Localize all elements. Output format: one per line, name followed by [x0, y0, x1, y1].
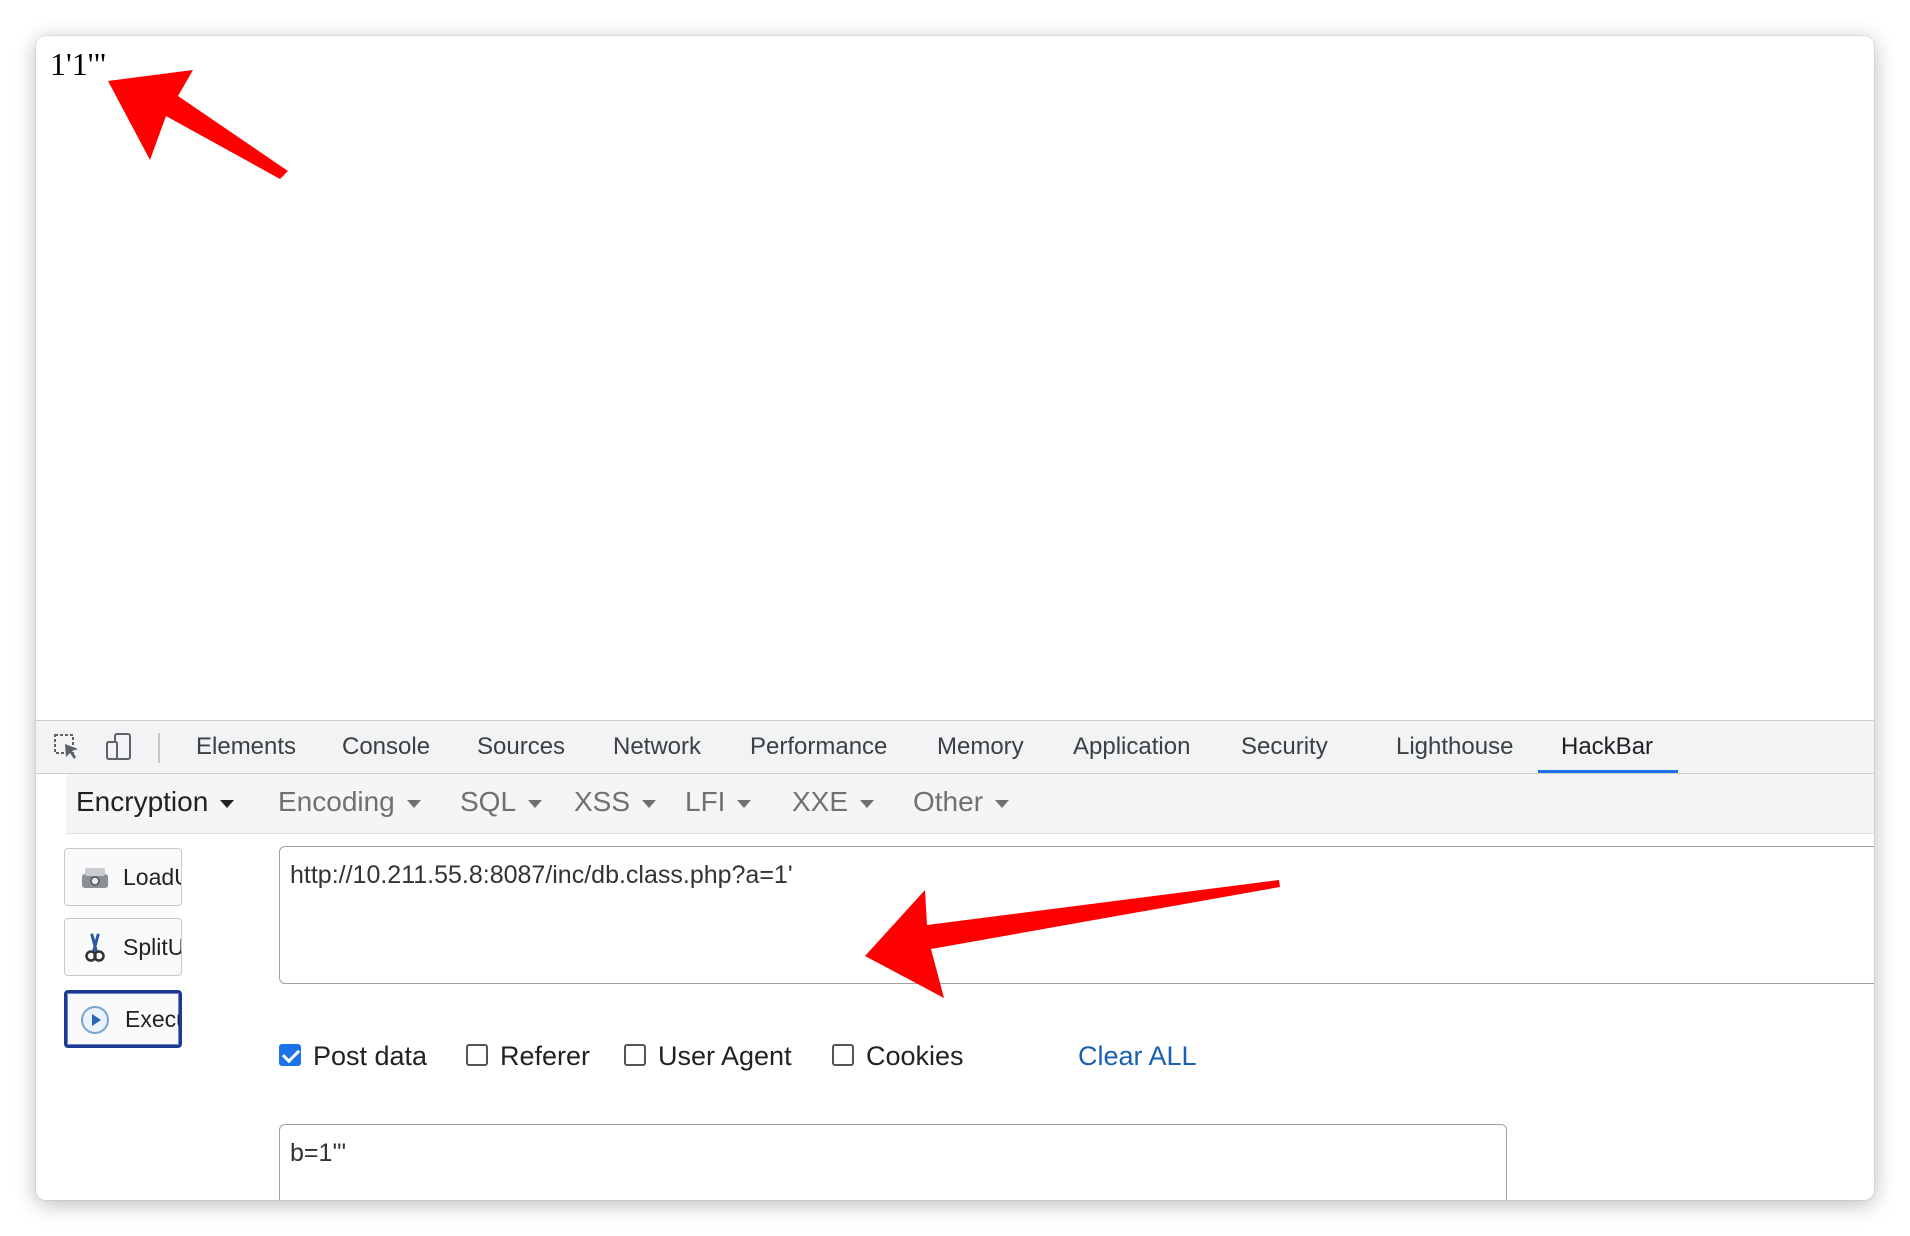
browser-window: 1'1'" Elements Console Sources Network P… [36, 36, 1874, 1200]
post-data-checkbox[interactable] [279, 1044, 301, 1066]
tab-performance[interactable]: Performance [750, 721, 887, 773]
tab-memory[interactable]: Memory [937, 721, 1024, 773]
hackbar-menu-bar: Encryption Encoding SQL XSS LFI XXE Othe… [66, 774, 1874, 834]
caret-down-icon [220, 799, 235, 808]
menu-sql-label: SQL [460, 786, 517, 817]
annotation-arrows [108, 70, 1280, 998]
referer-checkbox[interactable] [466, 1044, 488, 1066]
tab-application[interactable]: Application [1073, 721, 1190, 773]
user-agent-label: User Agent [658, 1041, 792, 1071]
menu-other[interactable]: Other [913, 774, 1010, 832]
execute-label: Execute [125, 1006, 179, 1032]
load-url-icon [82, 868, 108, 888]
caret-down-icon [995, 799, 1010, 808]
menu-encoding[interactable]: Encoding [278, 774, 421, 832]
referer-label: Referer [500, 1041, 591, 1071]
tab-security[interactable]: Security [1241, 721, 1328, 773]
tab-sources[interactable]: Sources [477, 721, 565, 773]
clear-all-link[interactable]: Clear ALL [1078, 1036, 1197, 1076]
post-data-input[interactable]: b=1'" [279, 1124, 1507, 1200]
scissors-icon [85, 933, 105, 962]
cookies-label: Cookies [866, 1041, 964, 1071]
execute-button[interactable]: Execute [64, 990, 182, 1048]
tab-lighthouse[interactable]: Lighthouse [1396, 721, 1513, 773]
cookies-checkbox[interactable] [832, 1044, 854, 1066]
tab-elements[interactable]: Elements [196, 721, 296, 773]
post-data-value: b=1'" [290, 1139, 347, 1167]
load-url-label: LoadUrl [123, 864, 181, 890]
load-url-button[interactable]: LoadUrl [64, 848, 182, 906]
caret-down-icon [737, 799, 752, 808]
caret-down-icon [860, 799, 875, 808]
page-output-text: 1'1'" [50, 46, 107, 82]
menu-xxe[interactable]: XXE [792, 774, 875, 832]
menu-encoding-label: Encoding [278, 786, 395, 817]
menu-lfi[interactable]: LFI [685, 774, 752, 832]
caret-down-icon [406, 799, 421, 808]
tab-console[interactable]: Console [342, 721, 430, 773]
devtools-tab-bar: Elements Console Sources Network Perform… [36, 720, 1874, 774]
menu-encryption-label: Encryption [76, 786, 209, 817]
tab-hackbar[interactable]: HackBar [1561, 721, 1653, 773]
device-toolbar-icon[interactable] [104, 732, 134, 762]
menu-xxe-label: XXE [792, 786, 849, 817]
split-url-label: SplitUrl [123, 934, 181, 960]
url-value: http://10.211.55.8:8087/inc/db.class.php… [290, 861, 793, 889]
post-data-label: Post data [313, 1041, 428, 1071]
play-icon [81, 1006, 109, 1034]
active-tab-indicator [1538, 770, 1678, 773]
menu-lfi-label: LFI [685, 786, 726, 817]
split-url-button[interactable]: SplitUrl [64, 918, 182, 976]
menu-xss[interactable]: XSS [574, 774, 657, 832]
annotation-arrow-output [108, 70, 288, 179]
tab-network[interactable]: Network [613, 721, 701, 773]
url-input[interactable]: http://10.211.55.8:8087/inc/db.class.php… [279, 846, 1874, 984]
menu-xss-label: XSS [574, 786, 631, 817]
caret-down-icon [642, 799, 657, 808]
menu-sql[interactable]: SQL [460, 774, 543, 832]
toolbar-separator [158, 733, 160, 763]
inspect-element-icon[interactable] [52, 732, 82, 762]
menu-encryption[interactable]: Encryption [76, 774, 235, 832]
caret-down-icon [528, 799, 543, 808]
menu-other-label: Other [913, 786, 984, 817]
user-agent-checkbox[interactable] [624, 1044, 646, 1066]
